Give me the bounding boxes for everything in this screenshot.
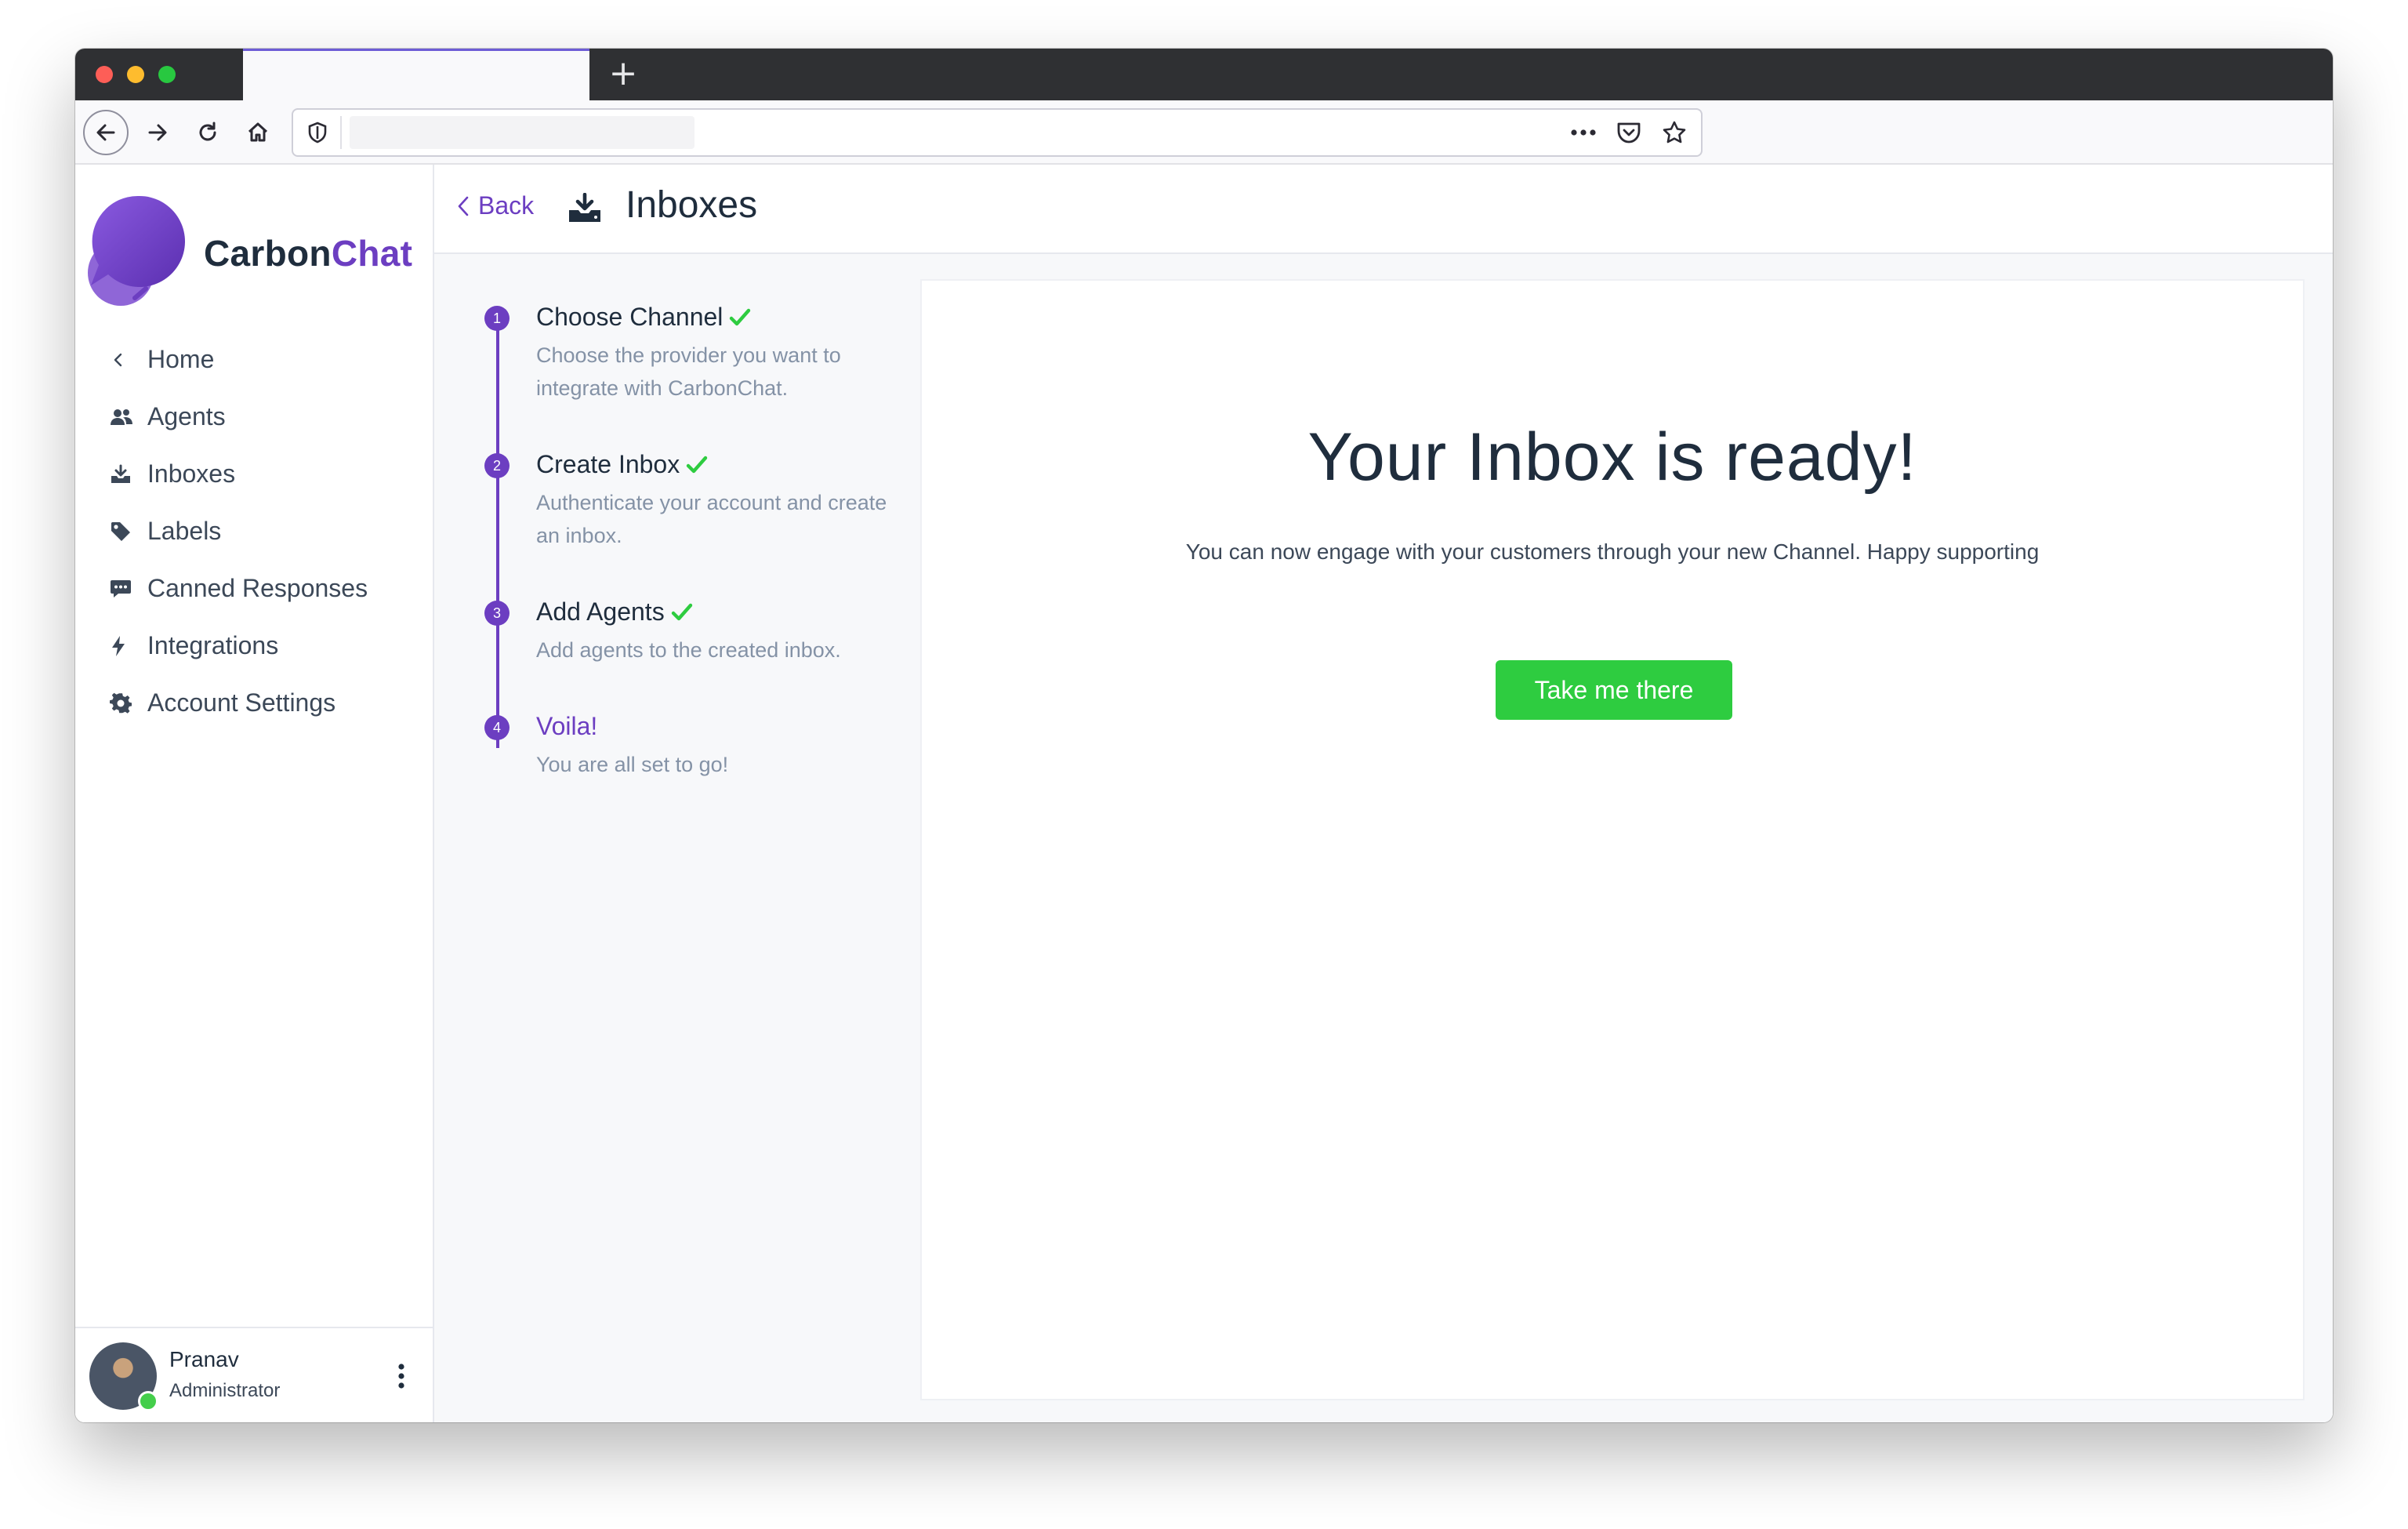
back-icon[interactable]	[83, 110, 129, 155]
step-number: 1	[484, 306, 510, 331]
sidebar-item-canned-responses[interactable]: Canned Responses	[103, 560, 368, 617]
step-title: Create Inbox	[536, 450, 708, 479]
tab-strip: +	[75, 49, 2333, 100]
user-name: Pranav	[169, 1347, 239, 1371]
sidebar: CarbonChat Home Agents Inboxes Labels Ca…	[75, 165, 434, 1422]
chat-bubble-logo-icon	[88, 195, 185, 306]
checkmark-icon	[730, 308, 751, 325]
sidebar-item-integrations[interactable]: Integrations	[103, 617, 368, 674]
bookmark-star-icon[interactable]	[1659, 116, 1690, 149]
maximize-window-button[interactable]	[158, 66, 176, 83]
sidebar-item-labels[interactable]: Labels	[103, 503, 368, 560]
inbox-ready-panel: Your Inbox is ready! You can now engage …	[920, 279, 2305, 1400]
sidebar-item-home[interactable]: Home	[103, 331, 368, 388]
inbox-download-icon	[568, 192, 602, 224]
inbox-download-icon	[103, 464, 147, 485]
brand-name: CarbonChat	[204, 233, 413, 274]
wizard-progress-line	[496, 314, 499, 748]
page-header: Back Inboxes	[434, 165, 2333, 254]
kebab-menu-icon[interactable]	[386, 1356, 417, 1396]
new-tab-button[interactable]: +	[605, 56, 641, 93]
checkmark-icon	[687, 456, 708, 473]
sidebar-item-agents[interactable]: Agents	[103, 388, 368, 445]
address-bar-divider	[340, 116, 342, 149]
step-description: Authenticate your account and create an …	[536, 491, 887, 547]
close-window-button[interactable]	[96, 66, 113, 83]
back-button[interactable]: Back	[456, 191, 534, 220]
sidebar-item-label: Home	[147, 345, 215, 373]
step-description: Add agents to the created inbox.	[536, 638, 841, 662]
online-status-dot	[138, 1391, 158, 1411]
chevron-left-icon	[103, 351, 147, 369]
brand-logo[interactable]: CarbonChat	[80, 191, 425, 307]
checkmark-icon	[671, 603, 692, 620]
url-field[interactable]	[350, 116, 694, 149]
take-me-there-button[interactable]: Take me there	[1496, 660, 1732, 720]
step-number: 4	[484, 715, 510, 740]
step-description: You are all set to go!	[536, 753, 729, 776]
sidebar-item-account-settings[interactable]: Account Settings	[103, 674, 368, 732]
sidebar-item-label: Labels	[147, 517, 222, 545]
lightning-icon	[103, 635, 147, 657]
forward-icon[interactable]	[135, 110, 180, 155]
shield-icon[interactable]	[301, 116, 334, 149]
reload-icon[interactable]	[185, 110, 230, 155]
address-bar[interactable]	[292, 108, 1703, 157]
wizard-steps: 1 Choose Channel Choose the provider you…	[434, 254, 912, 1422]
active-tab[interactable]	[243, 49, 589, 100]
chevron-left-icon	[458, 196, 469, 216]
pocket-icon[interactable]	[1613, 116, 1645, 149]
ready-title: Your Inbox is ready!	[1307, 419, 1917, 495]
current-user[interactable]: Pranav Administrator	[75, 1327, 433, 1422]
step-description: Choose the provider you want to integrat…	[536, 343, 841, 400]
step-number: 2	[484, 453, 510, 478]
user-role: Administrator	[169, 1380, 281, 1401]
sidebar-item-label: Account Settings	[147, 688, 336, 717]
step-title: Add Agents	[536, 597, 693, 626]
step-title: Choose Channel	[536, 303, 751, 332]
tag-icon	[103, 521, 147, 543]
more-icon[interactable]	[1568, 116, 1599, 149]
sidebar-item-label: Canned Responses	[147, 574, 368, 602]
home-icon[interactable]	[235, 110, 281, 155]
navigation-bar	[75, 100, 2333, 165]
step-title: Voila!	[536, 712, 598, 740]
chat-bubble-icon	[103, 579, 147, 599]
step-number: 3	[484, 601, 510, 626]
minimize-window-button[interactable]	[127, 66, 144, 83]
page-title: Inboxes	[626, 184, 758, 226]
sidebar-item-inboxes[interactable]: Inboxes	[103, 445, 368, 503]
gear-icon	[103, 692, 147, 714]
people-icon	[103, 408, 147, 427]
app-root: CarbonChat Home Agents Inboxes Labels Ca…	[75, 165, 2333, 1422]
browser-window: + CarbonChat Home Agents Inboxes Labels …	[75, 49, 2333, 1422]
back-label: Back	[478, 191, 535, 220]
main-content: 1 Choose Channel Choose the provider you…	[434, 254, 2333, 1422]
sidebar-menu: Home Agents Inboxes Labels Canned Respon…	[103, 331, 368, 732]
sidebar-item-label: Inboxes	[147, 459, 236, 488]
ready-subtitle: You can now engage with your customers t…	[1185, 539, 2040, 564]
sidebar-item-label: Integrations	[147, 631, 279, 659]
sidebar-item-label: Agents	[147, 402, 226, 430]
